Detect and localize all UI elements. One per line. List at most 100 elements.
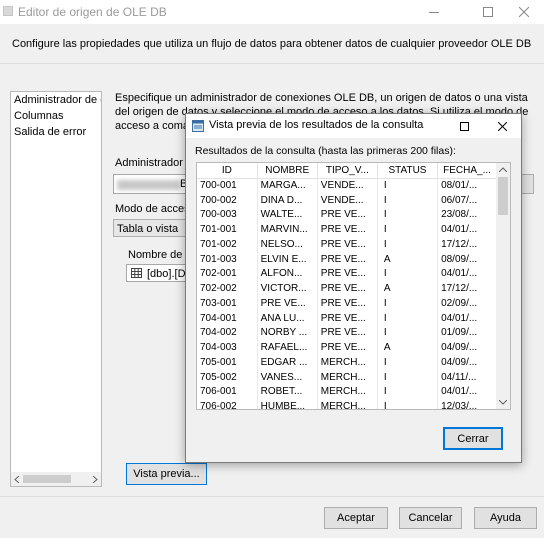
preview-close-action-button[interactable]: Cerrar — [443, 427, 503, 450]
ok-button-label: Aceptar — [337, 512, 375, 524]
sidebar-item-connection-manager[interactable]: Administrador de co — [11, 92, 101, 108]
table-name-value: [dbo].[D — [147, 268, 186, 280]
table-cell: 704-001 — [197, 310, 258, 326]
table-cell: PRE VE... — [317, 237, 378, 252]
results-table: ID NOMBRE TIPO_V... STATUS FECHA_... 700-001… — [197, 163, 497, 409]
table-cell: ALFON... — [257, 266, 318, 282]
table-row[interactable]: 704-001 ANA LU... PRE VE... I 04/01/... — [197, 310, 497, 326]
ok-button[interactable]: Aceptar — [324, 507, 388, 529]
table-cell: I — [377, 237, 439, 252]
table-icon — [131, 268, 142, 278]
table-row[interactable]: 705-002 VANES... MERCH... I 04/11/... — [197, 369, 497, 385]
redacted-connection-name — [117, 180, 181, 190]
table-cell: 700-001 — [197, 178, 258, 193]
cancel-button[interactable]: Cancelar — [399, 507, 462, 529]
table-row[interactable]: 704-003 RAFAEL... PRE VE... A 04/09/... — [197, 340, 497, 355]
table-cell: VANES... — [257, 369, 318, 385]
column-header[interactable]: NOMBRE — [257, 163, 318, 179]
results-scrollbar-thumb[interactable] — [498, 177, 508, 215]
table-cell: 700-002 — [197, 192, 258, 208]
sidebar-horizontal-scrollbar[interactable] — [11, 472, 101, 486]
table-cell: 701-001 — [197, 222, 258, 237]
close-icon — [497, 121, 507, 131]
help-button[interactable]: Ayuda — [474, 507, 537, 529]
table-cell: 706-002 — [197, 399, 258, 409]
table-row[interactable]: 701-002 NELSO... PRE VE... I 17/12/... — [197, 237, 497, 252]
table-row[interactable]: 705-001 EDGAR ... MERCH... I 04/09/... — [197, 355, 497, 370]
scroll-left-icon — [14, 476, 20, 483]
scroll-down-icon — [499, 400, 507, 405]
column-header[interactable]: ID — [197, 163, 258, 179]
results-vertical-scrollbar[interactable] — [496, 163, 510, 409]
column-header[interactable]: FECHA_... — [437, 163, 497, 179]
access-mode-value: Tabla o vista — [117, 223, 179, 235]
table-cell: I — [377, 296, 439, 311]
table-cell: PRE VE... — [317, 340, 378, 355]
table-cell: I — [377, 355, 439, 370]
table-row[interactable]: 704-002 NORBY ... PRE VE... I 01/09/... — [197, 325, 497, 341]
table-cell: A — [377, 251, 439, 267]
sidebar-scrollbar-thumb[interactable] — [23, 475, 71, 483]
results-grid[interactable]: ID NOMBRE TIPO_V... STATUS FECHA_... 700-001… — [196, 162, 511, 410]
window-description: Configure las propiedades que utiliza un… — [12, 38, 532, 50]
table-cell: I — [377, 399, 439, 409]
table-cell: PRE VE... — [317, 266, 378, 282]
connection-manager-combo[interactable]: BI — [113, 174, 193, 194]
minimize-button[interactable] — [412, 0, 456, 24]
table-cell: PRE VE... — [317, 222, 378, 237]
table-cell: MARVIN... — [257, 222, 318, 237]
table-row[interactable]: 700-003 WALTE... PRE VE... I 23/08/... — [197, 207, 497, 223]
close-icon — [519, 7, 529, 17]
table-cell: EDGAR ... — [257, 355, 318, 370]
table-cell: 704-003 — [197, 340, 258, 355]
table-row[interactable]: 700-002 DINA D... VENDE... I 06/07/... — [197, 192, 497, 208]
sidebar-nav: Administrador de co Columnas Salida de e… — [10, 91, 102, 487]
preview-close-button[interactable] — [483, 114, 521, 138]
preview-button-label: Vista previa... — [133, 468, 200, 480]
new-connection-button[interactable] — [520, 174, 534, 194]
table-cell: PRE VE... — [317, 281, 378, 296]
preview-maximize-button[interactable] — [444, 114, 484, 138]
preview-caption: Resultados de la consulta (hasta las pri… — [195, 145, 456, 157]
cancel-button-label: Cancelar — [408, 512, 453, 524]
table-row[interactable]: 701-001 MARVIN... PRE VE... I 04/01/... — [197, 222, 497, 237]
table-row[interactable]: 700-001 MARGA... VENDE... I 08/01/... — [197, 178, 497, 193]
preview-dialog-titlebar: Vista previa de los resultados de la con… — [186, 114, 521, 138]
table-row[interactable]: 702-001 ALFON... PRE VE... I 04/01/... — [197, 266, 497, 282]
table-cell: 17/12/... — [437, 281, 497, 296]
table-cell: 08/09/... — [437, 251, 497, 267]
table-cell: 04/11/... — [437, 369, 497, 385]
table-row[interactable]: 701-003 ELVIN E... PRE VE... A 08/09/... — [197, 251, 497, 267]
table-cell: RAFAEL... — [257, 340, 318, 355]
results-header-row: ID NOMBRE TIPO_V... STATUS FECHA_... — [197, 163, 497, 179]
table-cell: MERCH... — [317, 399, 378, 409]
close-button[interactable] — [502, 0, 544, 24]
table-cell: PRE VE... — [257, 296, 318, 311]
table-cell: ELVIN E... — [257, 251, 318, 267]
table-cell: ROBET... — [257, 384, 318, 400]
table-cell: 702-002 — [197, 281, 258, 296]
column-header[interactable]: STATUS — [377, 163, 439, 179]
table-cell: I — [377, 384, 439, 400]
sidebar-item-error-output[interactable]: Salida de error — [11, 124, 101, 140]
scroll-right-icon — [92, 476, 98, 483]
table-cell: I — [377, 222, 439, 237]
table-cell: HUMBE... — [257, 399, 318, 409]
table-cell: 702-001 — [197, 266, 258, 282]
table-cell: 01/09/... — [437, 325, 497, 341]
table-cell: 704-002 — [197, 325, 258, 341]
connection-manager-label: Administrador d — [115, 157, 193, 169]
table-row[interactable]: 706-001 ROBET... MERCH... I 04/01/... — [197, 384, 497, 400]
window-app-icon — [3, 6, 13, 16]
table-row[interactable]: 702-002 VICTOR... PRE VE... A 17/12/... — [197, 281, 497, 296]
preview-button[interactable]: Vista previa... — [126, 463, 207, 485]
column-header[interactable]: TIPO_V... — [317, 163, 378, 179]
access-mode-select[interactable]: Tabla o vista — [113, 219, 193, 237]
table-cell: 705-002 — [197, 369, 258, 385]
table-row[interactable]: 703-001 PRE VE... PRE VE... I 02/09/... — [197, 296, 497, 311]
table-cell: WALTE... — [257, 207, 318, 223]
table-row[interactable]: 706-002 HUMBE... MERCH... I 12/03/... — [197, 399, 497, 409]
table-cell: 17/12/... — [437, 237, 497, 252]
sidebar-item-columns[interactable]: Columnas — [11, 108, 101, 124]
table-name-combo[interactable]: [dbo].[D — [126, 264, 193, 282]
